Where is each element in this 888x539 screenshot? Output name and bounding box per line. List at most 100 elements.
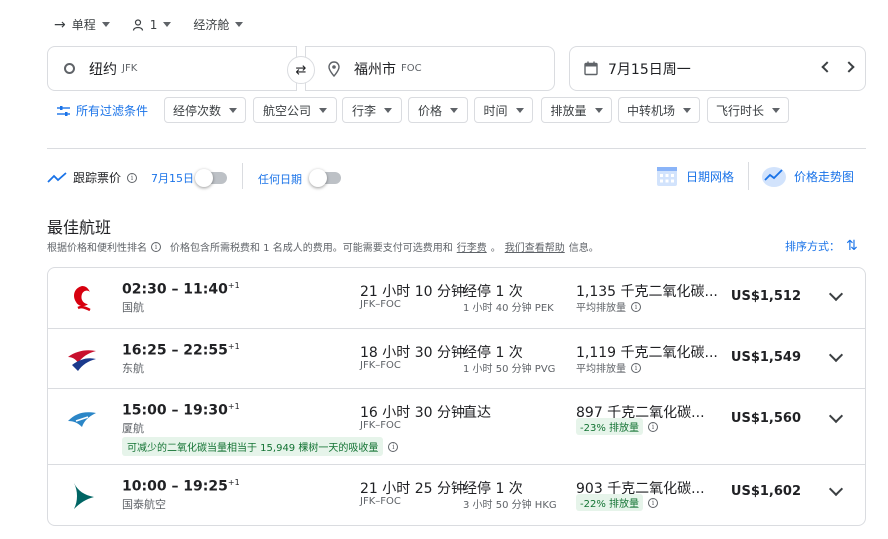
info-icon[interactable]: i [648, 497, 659, 508]
caret-down-icon [384, 107, 392, 113]
air-china-logo [66, 282, 98, 314]
track-prices: 跟踪票价 i 7月15日 [47, 169, 194, 186]
prev-date-button[interactable] [821, 61, 833, 73]
info-icon[interactable]: i [648, 421, 659, 432]
airline-name: 国航 [122, 301, 144, 314]
flight-duration: 21 小时 25 分钟 [360, 481, 465, 497]
flight-stops: 直达 [463, 405, 491, 421]
emissions-label: 平均排放量 [576, 303, 626, 314]
filter-chip[interactable]: 飞行时长 [707, 97, 789, 123]
airline-name: 厦航 [122, 422, 144, 435]
info-icon[interactable]: i [151, 241, 161, 252]
cathay-pacific-logo [66, 479, 98, 511]
any-dates-toggle[interactable] [309, 169, 341, 187]
flight-duration: 16 小时 30 分钟 [360, 405, 465, 421]
info-icon[interactable]: i [127, 172, 138, 183]
filter-chip[interactable]: 行李 [342, 97, 402, 123]
expand-chevron-icon[interactable] [828, 408, 844, 424]
ranking-note: 根据价格和便利性排名 [47, 243, 147, 254]
filter-sliders-icon [57, 105, 70, 116]
sort-label: 排序方式： [785, 240, 840, 253]
flight-row[interactable]: 15:00 – 19:30+1 厦航 16 小时 30 分钟 JFK–FOC 直… [48, 388, 865, 464]
filter-chip[interactable]: 中转机场 [618, 97, 700, 123]
flight-times: 02:30 – 11:40+1 [122, 281, 240, 298]
flight-route: JFK–FOC [360, 420, 401, 431]
co2-emissions: 1,119 千克二氧化碳... [576, 345, 718, 361]
filter-chip[interactable]: 时间 [474, 97, 533, 123]
emissions-label: -23% 排放量 [576, 418, 644, 435]
cabin-dropdown[interactable]: 经济舱 [193, 16, 244, 33]
flight-stops: 经停 1 次 [463, 345, 523, 361]
flight-price: US$1,602 [730, 484, 801, 499]
filter-chip[interactable]: 航空公司 [253, 97, 337, 123]
flight-times: 10:00 – 19:25+1 [122, 478, 240, 495]
caret-down-icon [101, 22, 110, 27]
all-filters-button[interactable]: 所有过滤条件 [57, 102, 148, 119]
expand-chevron-icon[interactable] [828, 347, 844, 363]
passengers-dropdown[interactable]: 1 [132, 18, 172, 32]
layover-info: 1 小时 50 分钟 PVG [463, 364, 556, 375]
expand-chevron-icon[interactable] [828, 286, 844, 302]
origin-field[interactable]: 纽约 JFK [47, 46, 297, 91]
bag-fees-link[interactable]: 行李费 [457, 239, 487, 254]
flight-times: 16:25 – 22:55+1 [122, 342, 240, 359]
layover-info: 3 小时 50 分钟 HKG [463, 500, 557, 511]
origin-code: JFK [122, 63, 138, 74]
destination-city: 福州市 [354, 61, 396, 78]
price-graph-label: 价格走势图 [794, 169, 855, 184]
track-date-label: 7月15日 [151, 171, 195, 185]
info-icon[interactable]: i [631, 362, 641, 373]
emissions-label: 平均排放量 [576, 364, 626, 375]
caret-down-icon [235, 22, 244, 27]
flight-row[interactable]: 16:25 – 22:55+1 东航 18 小时 30 分钟 JFK–FOC 经… [48, 328, 865, 388]
xiamen-airlines-logo [66, 403, 98, 435]
trip-type-label: 单程 [71, 18, 96, 32]
flight-row[interactable]: 02:30 – 11:40+1 国航 21 小时 10 分钟 JFK–FOC 经… [48, 268, 865, 328]
filter-chip[interactable]: 排放量 [541, 97, 612, 123]
location-pin-icon [328, 60, 340, 77]
date-grid-button[interactable]: 日期网格 [656, 165, 734, 187]
co2-savings-text: 可减少的二氧化碳当量相当于 15,949 棵树一天的吸收量 [122, 437, 384, 456]
next-date-button[interactable] [843, 61, 855, 73]
caret-down-icon [163, 22, 172, 27]
trip-type-dropdown[interactable]: → 单程 [54, 16, 110, 33]
track-date-toggle[interactable] [195, 169, 227, 187]
emissions-label: -22% 排放量 [576, 494, 644, 511]
circle-icon [64, 63, 75, 74]
airline-name: 国泰航空 [122, 498, 166, 511]
price-graph-icon [762, 167, 786, 187]
arrow-right-icon: → [54, 16, 66, 33]
help-link[interactable]: 我们查看帮助 [505, 239, 565, 254]
divider [748, 162, 749, 190]
sort-icon: ⇅ [846, 238, 858, 254]
filter-chip[interactable]: 价格 [408, 97, 468, 123]
emissions-level: 平均排放量 i [576, 299, 641, 314]
filter-chip-label: 航空公司 [262, 103, 311, 118]
swap-button[interactable]: ⇄ [287, 56, 315, 84]
expand-chevron-icon[interactable] [828, 481, 844, 497]
flight-row[interactable]: 10:00 – 19:25+1 国泰航空 21 小时 25 分钟 JFK–FOC… [48, 464, 865, 525]
trip-options-bar: → 单程 1 经济舱 [54, 16, 244, 33]
filter-chip-label: 行李 [351, 103, 376, 118]
origin-city: 纽约 [89, 61, 117, 78]
emissions-level: -23% 排放量 i [576, 418, 659, 435]
caret-down-icon [772, 107, 780, 113]
china-eastern-logo [66, 343, 98, 375]
info-icon[interactable]: i [631, 301, 641, 312]
flight-times: 15:00 – 19:30+1 [122, 402, 240, 419]
co2-emissions: 1,135 千克二氧化碳... [576, 284, 718, 300]
filter-chip[interactable]: 经停次数 [164, 97, 246, 123]
caret-down-icon [594, 107, 603, 113]
flight-route: JFK–FOC [360, 360, 401, 371]
destination-field[interactable]: 福州市 FOC [305, 46, 555, 91]
track-prices-label: 跟踪票价 [73, 171, 122, 185]
filter-chip-label: 时间 [483, 103, 508, 118]
date-field[interactable]: 7月15日周一 [569, 46, 866, 91]
flight-price: US$1,549 [730, 350, 801, 365]
price-graph-button[interactable]: 价格走势图 [762, 165, 854, 187]
sort-button[interactable]: 排序方式： ⇅ [785, 238, 858, 254]
caret-down-icon [683, 107, 691, 113]
info-icon[interactable]: i [388, 441, 399, 452]
calendar-icon [584, 61, 598, 76]
flight-route: JFK–FOC [360, 299, 401, 310]
